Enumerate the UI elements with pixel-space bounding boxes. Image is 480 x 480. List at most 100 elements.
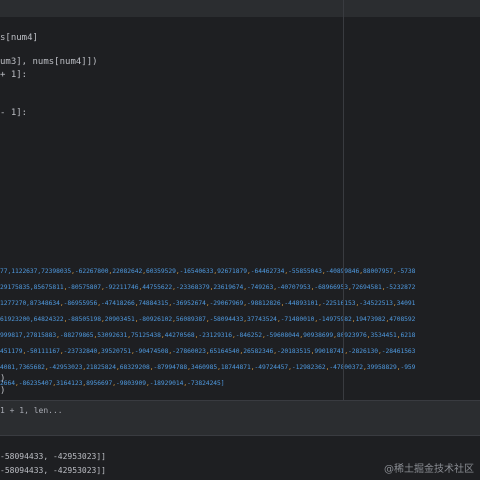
array-literal-segment: 92671879 <box>217 268 247 275</box>
array-literal-segment: 75125438 <box>130 332 161 339</box>
array-literal-segment: 4081,7365682 <box>0 364 45 371</box>
array-literal-segment: 999817,27815883 <box>0 332 57 339</box>
array-literal-line: 999817,27815883,-88279865,53092631,75125… <box>0 330 415 341</box>
array-literal-segment: 23619674 <box>213 284 244 291</box>
array-literal-segment: -5738 <box>396 268 416 275</box>
array-literal-segment: 26582346 <box>243 348 274 355</box>
array-literal-segment: 39520751 <box>101 348 131 355</box>
array-literal-segment: 20903451 <box>104 316 135 323</box>
array-literal-segment: 3460985 <box>190 364 218 371</box>
array-literal-segment: -749263 <box>247 284 274 291</box>
array-literal-segment: -12982362 <box>291 364 326 371</box>
array-literal-segment: -5232872 <box>385 284 416 291</box>
array-literal-segment: 61923200,64824322 <box>0 316 64 323</box>
array-literal-segment: 72694581 <box>351 284 382 291</box>
array-literal-segment: 53092631 <box>97 332 128 339</box>
console-output-line: -58094433, -42953023]] <box>0 466 106 475</box>
code-editor[interactable]: s[num4] um3], nums[num4]]) + 1]: - 1]: 7… <box>0 18 480 400</box>
array-literal-segment: -98812826 <box>246 300 281 307</box>
array-literal-segment: 88007957 <box>363 268 393 275</box>
array-literal-segment: 77,1122637,72398035 <box>0 268 72 275</box>
array-literal-segment: 451179 <box>0 348 23 355</box>
array-literal-line: 1277270,87348634,-86955956,-47418266,748… <box>0 298 415 309</box>
array-literal-segment: -80926102 <box>138 316 173 323</box>
array-literal-segment: -55855043 <box>288 268 322 275</box>
array-literal-line: 77,1122637,72398035,-62267800,22082642,6… <box>0 266 415 277</box>
breadcrumb-status-bar: 1 + 1, len... <box>0 400 480 422</box>
array-literal-segment: -28461563 <box>381 348 416 355</box>
array-literal-segment: -14975982 <box>318 316 352 323</box>
array-literal-segment: 74884315 <box>138 300 169 307</box>
code-line: - 1]: <box>0 108 28 118</box>
array-literal-segment: -23732840 <box>63 348 98 355</box>
array-literal-segment: -49724457 <box>254 364 289 371</box>
array-literal-segment: 56089387 <box>175 316 206 323</box>
array-literal-segment: 60359529 <box>145 268 176 275</box>
array-literal-line: 61923200,64824322,-88505198,20903451,-80… <box>0 314 415 325</box>
array-literal-segment: -59608044 <box>265 332 300 339</box>
array-literal-segment: -36952674 <box>172 300 206 307</box>
array-literal-segment: -71480010 <box>280 316 315 323</box>
array-literal-segment: 39958829 <box>366 364 397 371</box>
array-literal-segment: -92211746 <box>104 284 139 291</box>
array-literal-segment: -58094433 <box>209 316 244 323</box>
array-literal-line: 451179,-50111167,-23732840,39520751,-904… <box>0 346 415 357</box>
array-literal-segment: 3534451 <box>370 332 397 339</box>
array-literal-segment: -20183515 <box>276 348 311 355</box>
editor-tab-bar <box>0 0 480 18</box>
array-literal-segment: 18744871 <box>220 364 251 371</box>
array-literal-segment: -959 <box>400 364 416 371</box>
array-literal-segment: 19473982 <box>355 316 386 323</box>
array-literal-segment: 90938699 <box>303 332 334 339</box>
array-literal-segment: -16540633 <box>179 268 214 275</box>
array-literal-segment: -40707953 <box>276 284 311 291</box>
array-literal-segment: -23368379 <box>175 284 210 291</box>
array-literal-segment: -47800372 <box>329 364 364 371</box>
array-literal-segment: -80575807 <box>67 284 102 291</box>
array-literal-segment: 44755622 <box>142 284 173 291</box>
code-line: + 1]: <box>0 70 28 80</box>
array-literal-segment: -50111167 <box>26 348 60 355</box>
array-literal-segment: 3164123 <box>56 380 83 387</box>
ide-window: s[num4] um3], nums[num4]]) + 1]: - 1]: 7… <box>0 0 480 480</box>
breadcrumb-text: 1 + 1, len... <box>0 406 63 415</box>
array-literal-segment: 34091 <box>396 300 416 307</box>
code-line: um3], nums[num4]]) <box>0 57 98 67</box>
array-literal-segment: -27860023 <box>172 348 206 355</box>
array-literal-segment: -86955956 <box>63 300 98 307</box>
array-literal-segment: 22082642 <box>112 268 143 275</box>
array-literal-segment: -90474508 <box>134 348 169 355</box>
array-literal-segment: 99018741 <box>314 348 345 355</box>
array-literal-segment: -86235407 <box>18 380 53 387</box>
array-literal-segment: 4708592 <box>389 316 416 323</box>
array-literal-line: 29175835,85675811,-80575807,-92211746,44… <box>0 282 415 293</box>
array-literal-segment: 44270568 <box>164 332 195 339</box>
watermark: @稀土掘金技术社区 <box>384 464 474 475</box>
code-line: s[num4] <box>0 33 38 43</box>
array-literal-segment: 1277270,87348634 <box>0 300 60 307</box>
array-literal-segment: 37743524 <box>247 316 277 323</box>
array-literal-segment: -87994788 <box>153 364 188 371</box>
array-literal-line: 4081,7365682,-42953023,21825824,68329208… <box>0 362 415 373</box>
console-output-line: -58094433, -42953023]] <box>0 452 106 461</box>
array-literal-segment: -62267800 <box>74 268 109 275</box>
array-literal-segment: -34522513 <box>359 300 393 307</box>
array-literal-segment: 6218 <box>400 332 416 339</box>
array-literal-segment: 80923976 <box>336 332 367 339</box>
array-literal-segment: -29067969 <box>209 300 244 307</box>
array-literal-segment: -18929014 <box>149 380 184 387</box>
array-literal-segment: -44893101 <box>284 300 319 307</box>
array-literal-segment: -73824245] <box>187 380 225 387</box>
array-literal-segment: -2826130 <box>348 348 378 355</box>
code-line: ) <box>0 386 6 396</box>
console-toolbar <box>0 421 480 436</box>
array-literal-segment: 65164540 <box>209 348 240 355</box>
array-literal-segment: 8956697 <box>86 380 113 387</box>
array-literal-segment: -846252 <box>235 332 262 339</box>
array-literal-segment: -23129316 <box>198 332 233 339</box>
array-literal-segment: 68329208 <box>119 364 150 371</box>
array-literal-segment: -88505198 <box>67 316 102 323</box>
array-literal-segment: 21825824 <box>86 364 117 371</box>
array-literal-segment: -42953023 <box>48 364 83 371</box>
array-literal-segment: -9803909 <box>116 380 146 387</box>
